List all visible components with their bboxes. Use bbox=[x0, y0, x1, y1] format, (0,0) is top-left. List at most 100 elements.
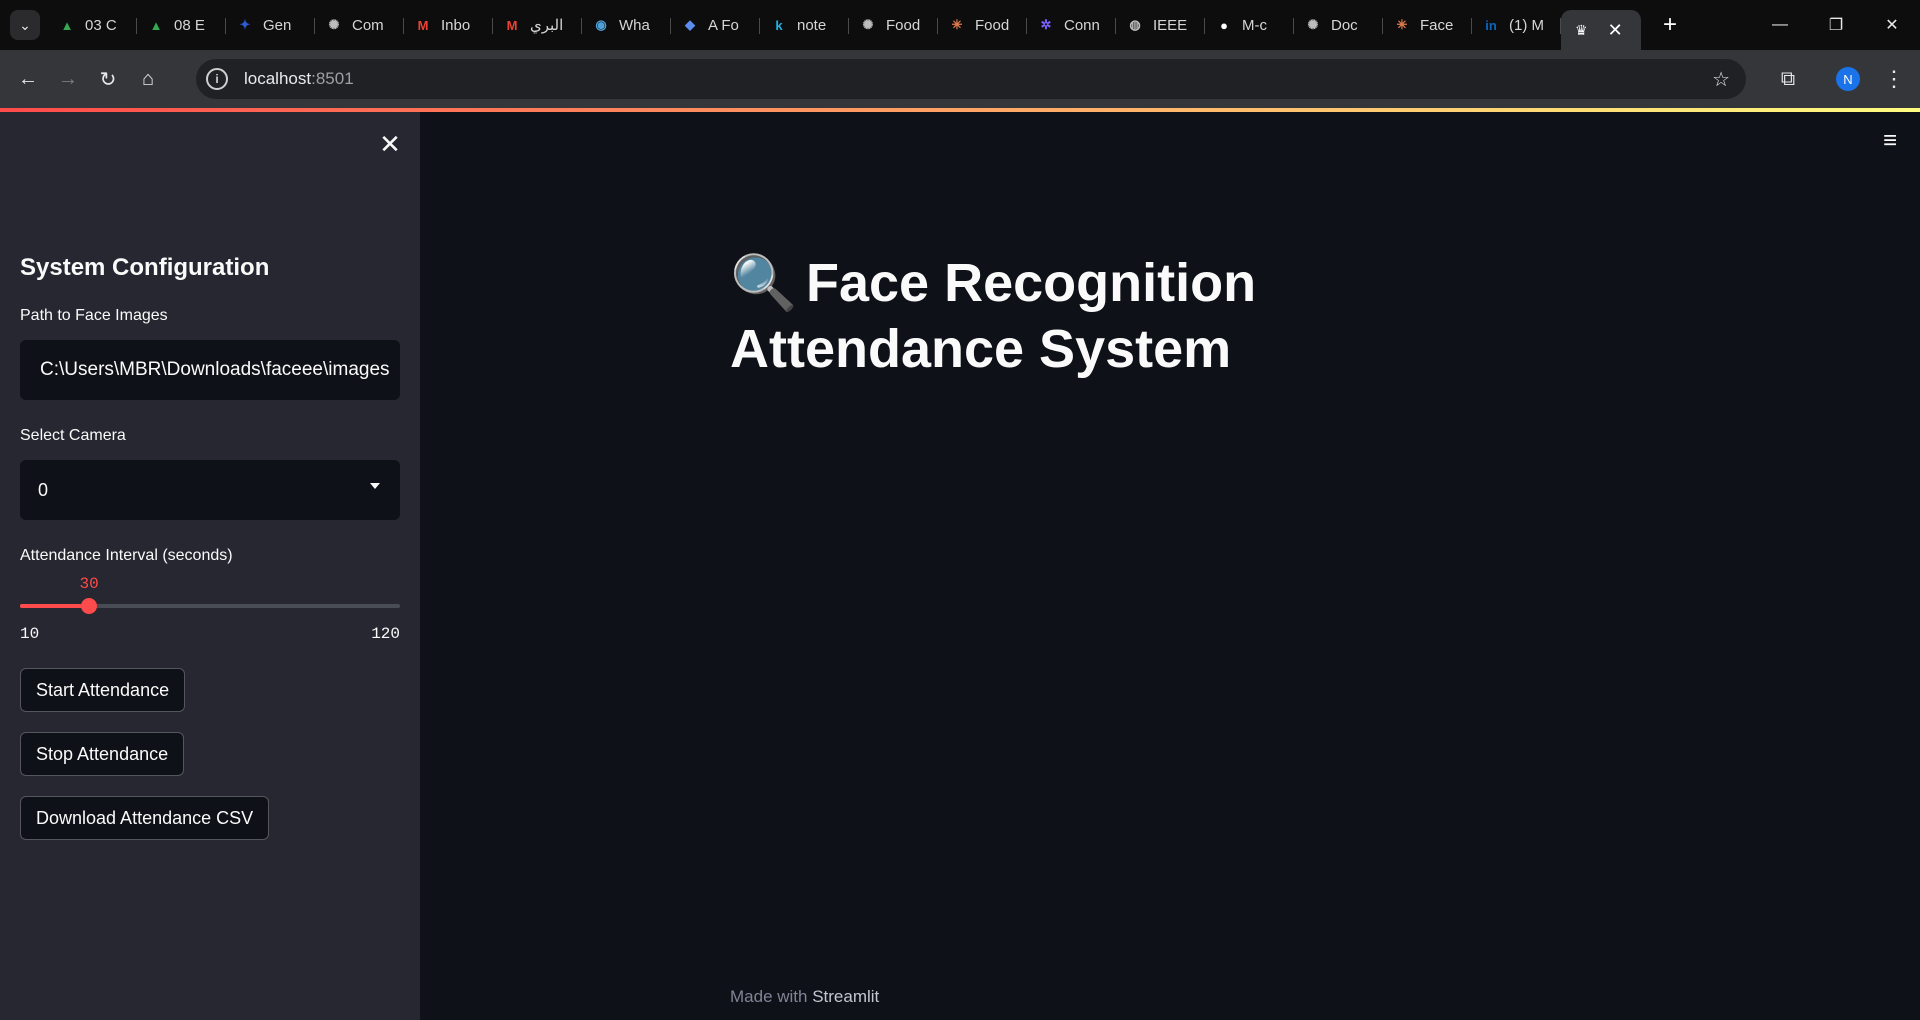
address-bar[interactable]: i localhost:8501 ☆ bbox=[196, 59, 1746, 99]
browser-tab[interactable]: M Inbo bbox=[404, 8, 493, 42]
path-input[interactable]: C:\Users\MBR\Downloads\faceee\images bbox=[20, 340, 400, 400]
camera-select[interactable]: 0 bbox=[20, 460, 400, 520]
stop-attendance-button[interactable]: Stop Attendance bbox=[20, 732, 185, 776]
interval-label: Attendance Interval (seconds) bbox=[20, 547, 233, 564]
page-title: 🔍 Face Recognition Attendance System bbox=[730, 250, 1560, 382]
tab-title: A Fo bbox=[708, 16, 739, 34]
genai-icon: ✦ bbox=[239, 17, 251, 32]
hamburger-menu-icon[interactable]: ≡ bbox=[1876, 127, 1904, 154]
streamlit-link[interactable]: Streamlit bbox=[812, 987, 879, 1006]
minimize-button[interactable]: — bbox=[1752, 0, 1808, 50]
gmail-icon: M bbox=[506, 17, 518, 33]
browser-toolbar: ← → ↻ ⌂ i localhost:8501 ☆ ⧉ N ⋮ bbox=[0, 50, 1920, 108]
browser-tab[interactable]: ✺ Food bbox=[849, 8, 938, 42]
tab-title: Food bbox=[886, 16, 921, 34]
tab-title: البري bbox=[530, 17, 564, 34]
tab-search-button[interactable]: ⌄ bbox=[10, 10, 40, 40]
footer: Made with Streamlit bbox=[730, 987, 879, 1007]
openai-icon: ✺ bbox=[328, 17, 340, 32]
forward-button[interactable]: → bbox=[48, 59, 88, 99]
browser-tab[interactable]: ✦ Gen bbox=[226, 8, 315, 42]
reload-button[interactable]: ↻ bbox=[88, 59, 128, 99]
camera-select-value: 0 bbox=[38, 479, 49, 500]
browser-tab[interactable]: ✲ Conn bbox=[1027, 8, 1116, 42]
tab-title: Com bbox=[352, 16, 384, 34]
slider-max-label: 120 bbox=[371, 625, 400, 643]
browser-tab[interactable]: M البري bbox=[493, 8, 582, 42]
close-tab-icon[interactable]: ✕ bbox=[1608, 20, 1623, 41]
download-csv-button[interactable]: Download Attendance CSV bbox=[20, 796, 270, 840]
claude-icon: ✳ bbox=[1396, 17, 1408, 32]
chevron-down-icon: ⌄ bbox=[19, 16, 31, 33]
browser-tab[interactable]: ◍ IEEE bbox=[1116, 8, 1205, 42]
site-info-icon[interactable]: i bbox=[206, 68, 228, 90]
gear-cluster-icon: ✲ bbox=[1040, 17, 1052, 32]
active-tab[interactable]: ♛ ✕ bbox=[1561, 10, 1641, 50]
openai-icon: ✺ bbox=[1307, 17, 1319, 32]
browser-tab-strip: ⌄ ▲ 03 C ▲ 08 E ✦ Gen ✺ Com M Inbo M البري ◉ Wha ◆ A Fo… bbox=[0, 0, 1920, 50]
arrow-left-icon: ← bbox=[18, 67, 38, 90]
path-label: Path to Face Images bbox=[20, 307, 168, 324]
tab-title: Face bbox=[1420, 16, 1454, 34]
google-drive-icon: ▲ bbox=[149, 17, 163, 33]
home-button[interactable]: ⌂ bbox=[128, 59, 168, 99]
interval-slider[interactable] bbox=[20, 598, 400, 614]
browser-menu-icon[interactable]: ⋮ bbox=[1876, 59, 1912, 99]
bookmark-star-icon[interactable]: ☆ bbox=[1712, 67, 1730, 92]
k-icon: k bbox=[775, 17, 783, 33]
extensions-puzzle-icon[interactable]: ⧉ bbox=[1768, 59, 1808, 99]
sidebar-heading: System Configuration bbox=[20, 254, 270, 281]
browser-tab[interactable]: in (1) M bbox=[1472, 8, 1561, 42]
footer-text: Made with bbox=[730, 987, 813, 1006]
tab-title: IEEE bbox=[1153, 16, 1188, 34]
arrow-right-icon: → bbox=[58, 67, 78, 90]
home-icon: ⌂ bbox=[141, 67, 155, 90]
tab-title: (1) M bbox=[1509, 16, 1544, 34]
slider-thumb[interactable] bbox=[81, 598, 98, 614]
back-button[interactable]: ← bbox=[8, 59, 48, 99]
tab-title: Food bbox=[975, 16, 1010, 34]
tab-title: Gen bbox=[263, 16, 292, 34]
browser-tab[interactable]: ● M-c bbox=[1205, 8, 1294, 42]
browser-tab[interactable]: ✳ Face bbox=[1383, 8, 1472, 42]
tab-title: M-c bbox=[1242, 16, 1267, 34]
tab-title: note bbox=[797, 16, 827, 34]
start-attendance-button[interactable]: Start Attendance bbox=[20, 668, 186, 712]
slider-fill bbox=[20, 604, 90, 608]
browser-tab[interactable]: ✺ Com bbox=[315, 8, 404, 42]
browser-tab[interactable]: k note bbox=[760, 8, 849, 42]
tab-title: 08 E bbox=[174, 16, 205, 34]
tab-title: Inbo bbox=[441, 16, 471, 34]
streamlit-crown-icon: ♛ bbox=[1575, 21, 1588, 38]
google-drive-icon: ▲ bbox=[60, 17, 74, 33]
browser-tab[interactable]: ✳ Food bbox=[938, 8, 1027, 42]
url-text: localhost:8501 bbox=[244, 69, 354, 88]
browser-tab[interactable]: ✺ Doc bbox=[1294, 8, 1383, 42]
caret-down-icon bbox=[370, 483, 380, 489]
profile-avatar[interactable]: N bbox=[1836, 67, 1860, 91]
browser-tab[interactable]: ▲ 03 C bbox=[48, 8, 137, 42]
tab-list: ▲ 03 C ▲ 08 E ✦ Gen ✺ Com M Inbo M البري ◉ Wha ◆ A Fo k n… bbox=[48, 0, 1561, 50]
github-icon: ● bbox=[1220, 17, 1228, 33]
linkedin-icon: in bbox=[1485, 17, 1497, 33]
claude-icon: ✳ bbox=[951, 17, 963, 32]
slider-min-label: 10 bbox=[20, 625, 40, 643]
window-controls: — ❐ ✕ bbox=[1752, 0, 1920, 50]
tab-title: Conn bbox=[1064, 16, 1100, 34]
restore-button[interactable]: ❐ bbox=[1808, 0, 1864, 50]
gmail-icon: M bbox=[417, 17, 429, 33]
magnifying-glass-icon: 🔍 bbox=[730, 253, 798, 313]
browser-tab[interactable]: ◆ A Fo bbox=[671, 8, 760, 42]
slider-current-value: 30 bbox=[79, 575, 99, 593]
openai-icon: ✺ bbox=[862, 17, 874, 32]
tab-title: Doc bbox=[1331, 16, 1358, 34]
close-window-button[interactable]: ✕ bbox=[1864, 0, 1920, 50]
camera-label: Select Camera bbox=[20, 427, 126, 444]
browser-tab[interactable]: ◉ Wha bbox=[582, 8, 671, 42]
sidebar-close-icon[interactable]: ✕ bbox=[374, 128, 406, 160]
sidebar: ✕ System Configuration Path to Face Imag… bbox=[0, 112, 420, 1020]
browser-tab[interactable]: ▲ 08 E bbox=[137, 8, 226, 42]
page-title-text: Face Recognition Attendance System bbox=[730, 253, 1257, 379]
new-tab-button[interactable]: + bbox=[1655, 10, 1685, 40]
reload-icon: ↻ bbox=[99, 68, 117, 91]
